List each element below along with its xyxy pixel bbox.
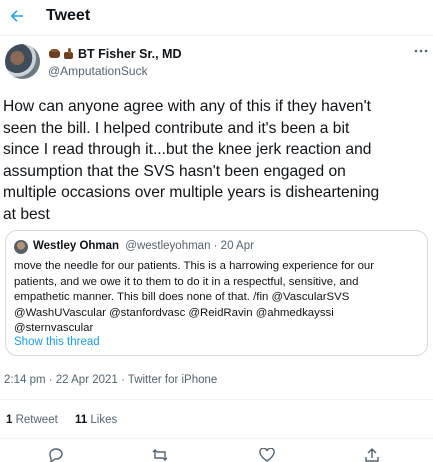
- likes-stat[interactable]: 11 Likes: [75, 414, 117, 426]
- more-options-icon[interactable]: [414, 48, 428, 54]
- thumbs-up-emoji-icon: [64, 48, 73, 59]
- likes-count: 11: [75, 414, 88, 426]
- quoted-author-meta: @westleyohman · 20 Apr: [125, 240, 254, 252]
- author-name: BT Fisher Sr., MD: [78, 47, 182, 61]
- divider: [0, 438, 433, 439]
- retweets-label: Retweet: [15, 414, 58, 426]
- page-title: Tweet: [46, 7, 91, 24]
- retweets-stat[interactable]: 1 Retweet: [6, 414, 58, 426]
- author-avatar[interactable]: [5, 44, 40, 79]
- author-handle[interactable]: @AmputationSuck: [48, 64, 148, 78]
- like-heart-icon[interactable]: [259, 448, 275, 462]
- tweet-stats: 1 Retweet 11 Likes: [6, 414, 131, 426]
- quoted-tweet-card[interactable]: Westley Ohman @westleyohman · 20 Apr mov…: [5, 230, 428, 356]
- show-this-thread-link[interactable]: Show this thread: [14, 336, 100, 348]
- retweet-icon[interactable]: [152, 448, 168, 462]
- reply-icon[interactable]: [48, 448, 64, 462]
- likes-label: Likes: [90, 414, 118, 426]
- divider: [0, 399, 433, 400]
- author-name-row[interactable]: BT Fisher Sr., MD: [48, 47, 182, 61]
- quoted-author-name: Westley Ohman: [33, 240, 120, 252]
- top-bar: Tweet: [0, 0, 433, 36]
- tweet-text: How can anyone agree with any of this if…: [3, 98, 380, 223]
- quoted-tweet-text: move the needle for our patients. This i…: [14, 260, 375, 335]
- share-icon[interactable]: [364, 448, 380, 462]
- back-arrow-icon[interactable]: [8, 7, 26, 25]
- fist-emoji-icon: [49, 49, 60, 58]
- tweet-timestamp[interactable]: 2:14 pm · 22 Apr 2021 · Twitter for iPho…: [4, 374, 217, 386]
- quoted-author-row: Westley Ohman @westleyohman · 20 Apr: [33, 240, 254, 252]
- retweets-count: 1: [6, 414, 13, 426]
- quoted-author-avatar: [14, 240, 28, 254]
